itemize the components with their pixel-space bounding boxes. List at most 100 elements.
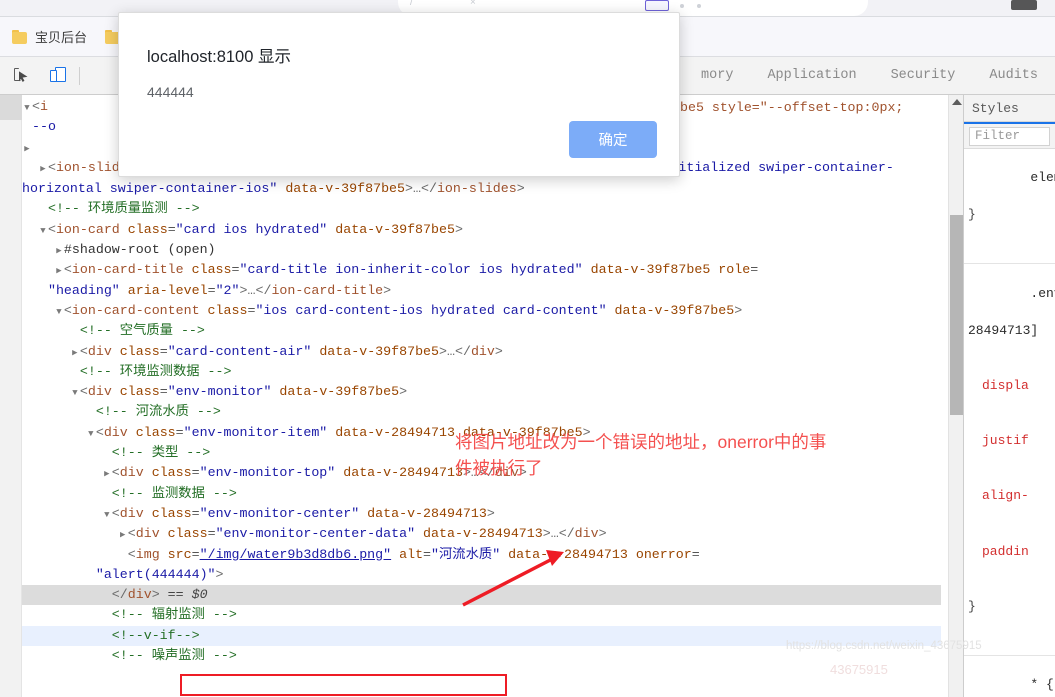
dom-token-brak: < — [79, 343, 88, 359]
tab-security[interactable]: Security — [874, 57, 973, 94]
devtools-body: <i--o <ion-slides class="ios slides-ios … — [0, 95, 1055, 697]
dom-token-eq: = — [207, 526, 216, 542]
dom-token-attr: data-v-28494713 — [415, 526, 543, 542]
dom-token-cmt: <!-- 环境监测数据 --> — [79, 363, 232, 379]
dom-scrollbar[interactable] — [948, 95, 963, 697]
tab-memory-label: mory — [701, 68, 734, 83]
dom-token-attr: src — [159, 546, 192, 562]
dom-node-row[interactable]: "heading" aria-level="2">…</ion-card-tit… — [22, 281, 941, 301]
chevron-right-icon[interactable] — [22, 139, 32, 159]
dom-token-attr: class — [111, 384, 160, 400]
dom-node-row[interactable]: <div class="env-monitor-top" data-v-2849… — [22, 463, 941, 483]
bookmark-item[interactable]: 宝贝后台 — [8, 24, 95, 49]
dom-node-row[interactable]: <!-- 类型 --> — [22, 443, 941, 463]
dom-token-attr: aria-level — [119, 282, 208, 298]
dom-node-row[interactable]: <div class="card-content-air" data-v-39f… — [22, 342, 941, 362]
dom-token-cmt: <!-- 环境质量监测 --> — [47, 201, 200, 217]
chevron-down-icon[interactable] — [86, 424, 96, 444]
style-selector: .env-moni — [1030, 285, 1055, 301]
dom-token-shadow: #shadow-root (open) — [63, 242, 216, 258]
style-rule-universal[interactable]: * { box-si -webki -webki t -webki } — [964, 656, 1055, 697]
tab-security-label: Security — [890, 68, 956, 83]
style-rule-element-style[interactable]: element.s } — [964, 149, 1055, 265]
dom-token-attr: class — [143, 465, 192, 481]
chevron-right-icon[interactable] — [54, 241, 64, 261]
dom-node-row[interactable]: <!-- 辐射监测 --> — [22, 605, 941, 625]
dom-node-row[interactable]: <div class="env-monitor-item" data-v-284… — [22, 423, 941, 443]
javascript-alert-dialog[interactable]: localhost:8100 显示 444444 确定 — [118, 12, 680, 177]
dom-token-link[interactable]: "/img/water9b3d8db6.png" — [200, 547, 392, 562]
dom-tree[interactable]: <i--o <ion-slides class="ios slides-ios … — [22, 95, 941, 697]
dom-token-tag: div — [87, 343, 112, 359]
dom-node-row[interactable]: <div class="env-monitor" data-v-39f87be5… — [22, 382, 941, 402]
dom-token-brak: < — [95, 424, 104, 440]
style-property[interactable]: align- — [968, 487, 1055, 505]
tab-styles[interactable]: Styles — [972, 101, 1019, 116]
chevron-down-icon[interactable] — [54, 302, 64, 322]
tab-application[interactable]: Application — [750, 57, 873, 94]
chevron-down-icon[interactable] — [38, 221, 48, 241]
dom-token-val: "2" — [215, 282, 240, 298]
dom-node-row[interactable]: <!-- 空气质量 --> — [22, 321, 941, 341]
style-property[interactable]: paddin — [968, 543, 1055, 561]
tab-audits[interactable]: Audits — [972, 57, 1055, 94]
chevron-right-icon[interactable] — [102, 464, 112, 484]
chevron-down-icon[interactable] — [102, 505, 112, 525]
dom-token-attr: data-v-39f87be5 — [271, 384, 400, 400]
chevron-right-icon[interactable] — [38, 159, 48, 179]
styles-filter-bar: Filter — [964, 124, 1055, 149]
chevron-down-icon[interactable] — [22, 98, 32, 118]
style-property[interactable]: displa — [968, 377, 1055, 395]
dom-token-tag: div — [135, 526, 160, 542]
dom-node-selected[interactable]: </div> == $0 — [22, 585, 941, 606]
dom-node-row[interactable]: <div class="env-monitor-center" data-v-2… — [22, 504, 941, 524]
dom-node-row[interactable]: <ion-card-title class="card-title ion-in… — [22, 260, 941, 280]
scroll-up-arrow-icon[interactable] — [952, 99, 962, 105]
dom-token-brak: < — [47, 221, 56, 237]
tab-memory[interactable]: mory — [701, 57, 750, 94]
styles-panel[interactable]: Styles Filter element.s } .env-moni 2849… — [963, 95, 1055, 697]
toggle-device-toolbar-button[interactable] — [44, 62, 72, 90]
dom-token-val: "env-monitor-top" — [199, 465, 336, 481]
dom-node-row[interactable]: <!--v-if--> — [22, 625, 941, 647]
dom-token-brak: < — [111, 505, 120, 521]
chrome-ghost-toolbar-button[interactable] — [1011, 0, 1037, 10]
dom-token-cmt: <!-- 空气质量 --> — [79, 323, 205, 339]
style-property[interactable]: justif — [968, 432, 1055, 450]
dom-token-attr: data-v-28494713 — [335, 465, 463, 481]
chevron-right-icon[interactable] — [54, 261, 64, 281]
dom-node-row[interactable]: <ion-card-content class="ios card-conten… — [22, 301, 941, 321]
scrollbar-thumb[interactable] — [950, 215, 963, 415]
dom-node-row[interactable]: #shadow-root (open) — [22, 240, 941, 260]
dom-token-brak: > — [383, 282, 392, 298]
dom-node-row[interactable]: <!-- 环境监测数据 --> — [22, 362, 941, 382]
bookmark-label: 宝贝后台 — [35, 30, 88, 45]
dom-token-eq: = — [231, 262, 240, 278]
devtools-tab-list: mory Application Security Audits — [701, 57, 1055, 94]
dom-token-tag: ion-card-title — [71, 262, 184, 278]
dialog-ok-button[interactable]: 确定 — [569, 121, 657, 158]
dom-gutter — [0, 95, 22, 697]
dom-node-row[interactable]: <div class="env-monitor-center-data" dat… — [22, 524, 941, 544]
chevron-right-icon[interactable] — [118, 525, 128, 545]
dom-token-cmt: <!-- 监测数据 --> — [111, 485, 237, 501]
dom-token-brak: > — [151, 587, 160, 603]
dom-node-row[interactable]: <!-- 噪声监测 --> — [22, 646, 941, 666]
dom-token-val: "alert(444444)" — [95, 566, 216, 582]
dom-token-eq: = — [750, 262, 759, 278]
inspect-element-button[interactable] — [8, 62, 36, 90]
chevron-right-icon[interactable] — [70, 343, 80, 363]
chrome-ghost-button[interactable] — [645, 0, 669, 11]
chevron-down-icon[interactable] — [70, 383, 80, 403]
dom-node-row[interactable]: <!-- 河流水质 --> — [22, 402, 941, 422]
dom-node-row[interactable]: <img src="/img/water9b3d8db6.png" alt="河… — [22, 545, 941, 565]
style-rule-env-monitor[interactable]: .env-moni 28494713] displa justif align-… — [964, 264, 1055, 656]
dom-node-row[interactable]: <ion-card class="card ios hydrated" data… — [22, 220, 941, 240]
styles-filter-input[interactable]: Filter — [969, 126, 1050, 146]
dom-node-row[interactable]: <!-- 监测数据 --> — [22, 484, 941, 504]
dom-token-brak: >…</ — [239, 282, 272, 298]
elements-dom-panel[interactable]: <i--o <ion-slides class="ios slides-ios … — [0, 95, 963, 697]
dom-node-row[interactable]: <!-- 环境质量监测 --> — [22, 199, 941, 219]
chrome-ghost-glyph-2: × — [470, 0, 476, 8]
dom-node-row[interactable]: "alert(444444)"> — [22, 565, 941, 585]
